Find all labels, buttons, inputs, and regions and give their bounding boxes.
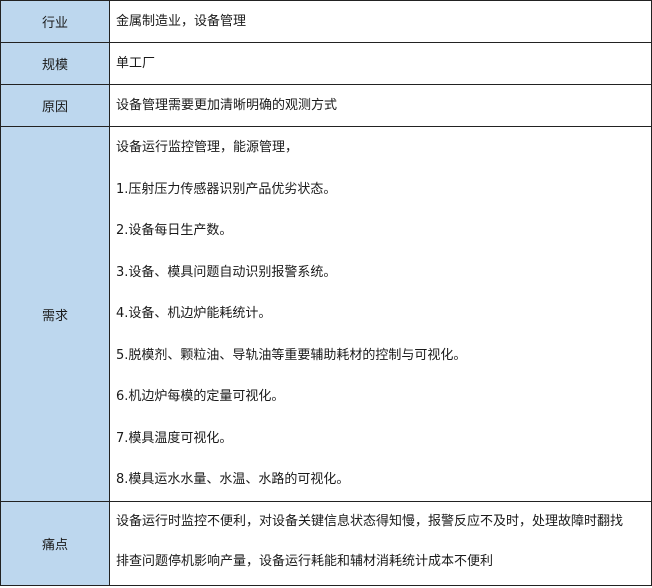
table-row: 痛点 设备运行时监控不便利，对设备关键信息状态得知慢，报警反应不及时，处理故障时… bbox=[0, 501, 652, 586]
row-value-reason: 设备管理需要更加清晰明确的观测方式 bbox=[109, 84, 652, 127]
row-label-pain-points: 痛点 bbox=[0, 501, 110, 586]
value-line: 金属制造业，设备管理 bbox=[116, 14, 247, 29]
value-line: 单工厂 bbox=[116, 56, 156, 71]
requirement-line: 3.设备、模具问题自动识别报警系统。 bbox=[116, 264, 337, 280]
requirement-line: 8.模具运水水量、水温、水路的可视化。 bbox=[116, 472, 350, 487]
pain-point-line: 设备运行时监控不便利，对设备关键信息状态得知慢，报警反应不及时，处理故障时翻找 bbox=[116, 514, 624, 529]
table-row: 原因 设备管理需要更加清晰明确的观测方式 bbox=[0, 84, 652, 127]
requirement-line: 1.压射压力传感器识别产品优劣状态。 bbox=[116, 181, 337, 197]
requirement-line: 5.脱模剂、颗粒油、导轨油等重要辅助耗材的控制与可视化。 bbox=[116, 347, 467, 363]
row-label-requirements: 需求 bbox=[0, 126, 110, 502]
row-label-industry: 行业 bbox=[0, 0, 110, 43]
requirement-line: 4.设备、机边炉能耗统计。 bbox=[116, 306, 272, 321]
row-value-requirements: 设备运行监控管理，能源管理， 1.压射压力传感器识别产品优劣状态。 2.设备每日… bbox=[109, 126, 652, 502]
row-value-industry: 金属制造业，设备管理 bbox=[109, 0, 652, 43]
table-row: 行业 金属制造业，设备管理 bbox=[0, 0, 652, 43]
requirement-line: 2.设备每日生产数。 bbox=[116, 223, 233, 238]
pain-point-line: 排查问题停机影响产量，设备运行耗能和辅材消耗统计成本不便利 bbox=[116, 554, 494, 569]
row-value-scale: 单工厂 bbox=[109, 42, 652, 85]
row-value-pain-points: 设备运行时监控不便利，对设备关键信息状态得知慢，报警反应不及时，处理故障时翻找 … bbox=[109, 501, 652, 586]
table-row: 需求 设备运行监控管理，能源管理， 1.压射压力传感器识别产品优劣状态。 2.设… bbox=[0, 126, 652, 502]
requirement-line: 设备运行监控管理，能源管理， bbox=[116, 140, 299, 155]
row-label-reason: 原因 bbox=[0, 84, 110, 127]
row-label-scale: 规模 bbox=[0, 42, 110, 85]
info-table: 行业 金属制造业，设备管理 规模 单工厂 原因 设备管理需要更加清晰明确的观测方… bbox=[0, 0, 652, 586]
table-row: 规模 单工厂 bbox=[0, 42, 652, 85]
requirement-line: 7.模具温度可视化。 bbox=[116, 430, 233, 446]
value-line: 设备管理需要更加清晰明确的观测方式 bbox=[116, 98, 338, 113]
requirement-line: 6.机边炉每模的定量可视化。 bbox=[116, 389, 285, 404]
